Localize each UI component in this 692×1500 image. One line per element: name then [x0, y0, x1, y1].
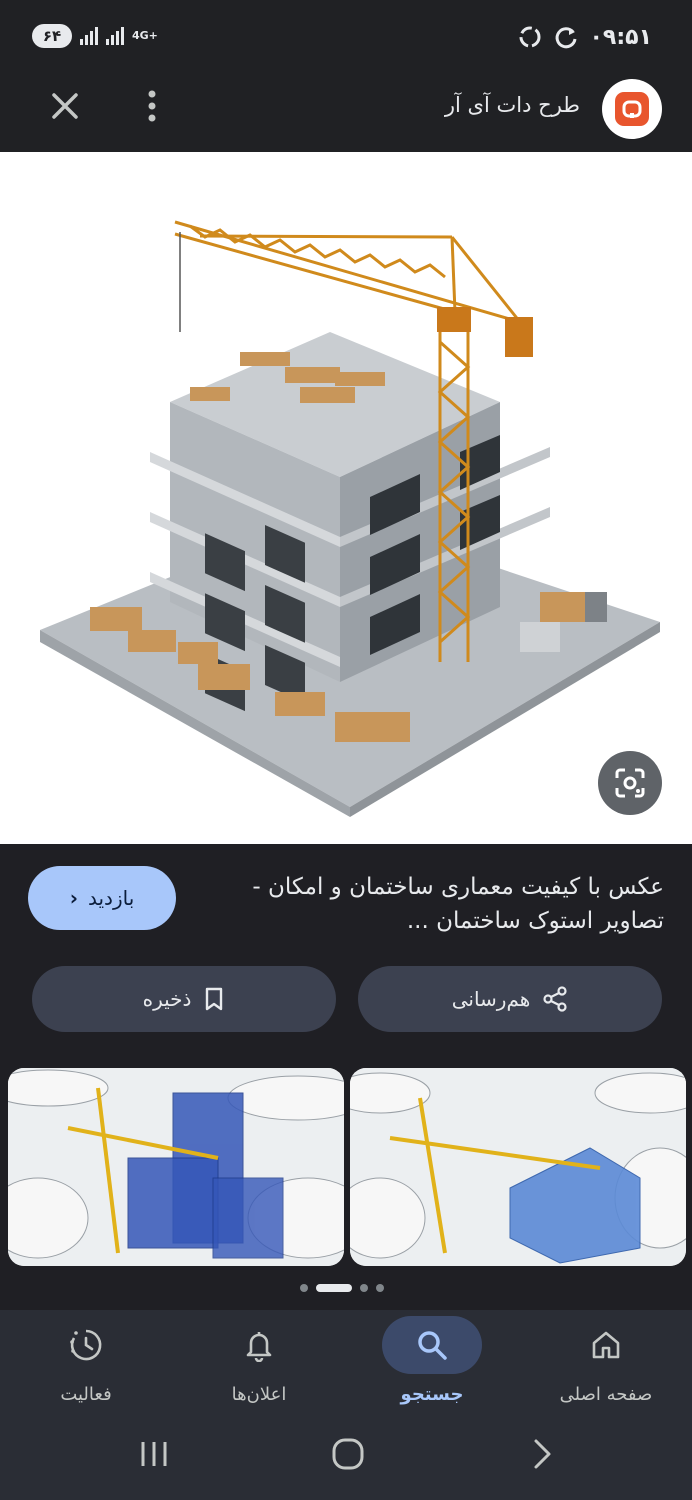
battery-indicator: ۶۴	[32, 24, 72, 48]
browser-header: طرح دات آی آر	[0, 75, 692, 152]
construction-illustration	[40, 220, 660, 817]
carousel-indicator	[300, 1284, 384, 1292]
nav-search-label: جستجو	[400, 1384, 464, 1405]
signal-icon	[80, 27, 98, 45]
related-image-2[interactable]	[350, 1068, 686, 1266]
chevron-right-icon	[534, 1439, 551, 1469]
save-label: ذخیره	[142, 987, 192, 1011]
back-button[interactable]	[512, 1426, 572, 1482]
signal-icon-2	[106, 27, 124, 45]
carousel-dot	[300, 1284, 308, 1292]
search-icon	[418, 1331, 447, 1360]
home-system-icon	[332, 1438, 364, 1470]
share-label: هم‌رسانی	[451, 987, 531, 1011]
close-icon	[52, 93, 78, 119]
main-image[interactable]	[0, 152, 692, 844]
status-right: ۰۹:۵۱	[517, 24, 652, 50]
lens-button[interactable]	[598, 751, 662, 815]
nav-notifications-pill	[209, 1316, 309, 1374]
nav-notifications-label: اعلان‌ها	[231, 1384, 287, 1405]
network-type: 4G+	[132, 29, 158, 42]
google-lens-icon	[615, 768, 645, 798]
close-button[interactable]	[46, 87, 84, 125]
nav-home[interactable]: صفحه اصلی	[520, 1310, 692, 1426]
result-title[interactable]: عکس با کیفیت معماری ساختمان و امکان - تص…	[234, 870, 664, 938]
nav-search[interactable]: جستجو	[346, 1310, 518, 1426]
bookmark-icon	[206, 987, 223, 1011]
chevron-left-icon: ‹	[69, 886, 78, 910]
save-button[interactable]: ذخیره	[32, 966, 336, 1032]
more-options-button[interactable]	[140, 87, 164, 125]
visit-button[interactable]: بازدید ‹	[28, 866, 176, 930]
carousel-dot-active	[316, 1284, 352, 1292]
nav-activity[interactable]: فعالیت	[0, 1310, 172, 1426]
home-system-button[interactable]	[318, 1426, 378, 1482]
site-name[interactable]: طرح دات آی آر	[445, 93, 580, 117]
status-left: ۶۴ 4G+	[32, 24, 158, 48]
carousel-dot	[376, 1284, 384, 1292]
share-button[interactable]: هم‌رسانی	[358, 966, 662, 1032]
status-bar: ۶۴ 4G+ ۰۹:۵۱	[0, 0, 692, 75]
recents-icon	[141, 1442, 167, 1466]
related-image-1[interactable]	[8, 1068, 344, 1266]
related-illustration-1	[8, 1068, 344, 1266]
activity-clock-icon	[70, 1329, 102, 1361]
refresh-icon	[556, 27, 577, 49]
site-logo[interactable]	[602, 79, 662, 139]
nav-activity-label: فعالیت	[60, 1384, 112, 1405]
visit-label: بازدید	[87, 886, 135, 910]
home-icon	[592, 1331, 620, 1359]
nav-notifications[interactable]: اعلان‌ها	[173, 1310, 345, 1426]
nav-home-pill	[556, 1316, 656, 1374]
more-vert-icon	[148, 90, 156, 122]
share-icon	[543, 986, 567, 1012]
sync-icon	[519, 26, 541, 48]
result-info: عکس با کیفیت معماری ساختمان و امکان - تص…	[0, 844, 692, 1310]
nav-activity-pill	[36, 1316, 136, 1374]
bell-icon	[246, 1332, 272, 1362]
recent-apps-button[interactable]	[124, 1426, 184, 1482]
carousel-dot	[360, 1284, 368, 1292]
nav-home-label: صفحه اصلی	[559, 1384, 653, 1405]
related-illustration-2	[350, 1068, 686, 1266]
clock: ۰۹:۵۱	[589, 24, 652, 50]
nav-search-pill	[382, 1316, 482, 1374]
site-logo-icon	[615, 92, 649, 126]
